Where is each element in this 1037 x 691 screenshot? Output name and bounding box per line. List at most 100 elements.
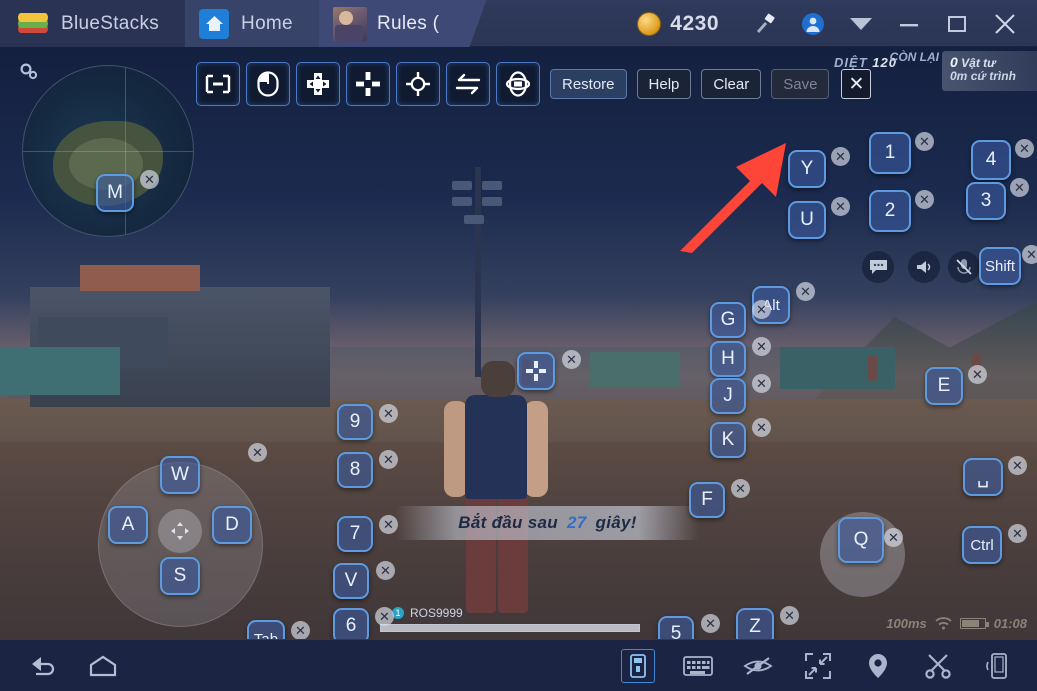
remove-key-icon[interactable]: ✕ <box>796 282 815 301</box>
close-keymapping-icon[interactable]: ✕ <box>841 69 872 99</box>
remove-key-icon[interactable]: ✕ <box>752 418 771 437</box>
rotate-tool[interactable] <box>496 62 540 106</box>
tap-spot-tool[interactable] <box>196 62 240 106</box>
key-s-overlay[interactable]: S <box>160 557 200 595</box>
swap-tool[interactable] <box>446 62 490 106</box>
keyboard-icon[interactable] <box>681 649 715 683</box>
help-button[interactable]: Help <box>636 69 692 99</box>
remove-key-icon[interactable]: ✕ <box>752 374 771 393</box>
remove-key-icon[interactable]: ✕ <box>1008 456 1027 475</box>
scissors-icon[interactable] <box>921 649 955 683</box>
remove-key-icon[interactable]: ✕ <box>291 621 310 639</box>
clear-button[interactable]: Clear <box>701 69 762 99</box>
mouse-tool[interactable] <box>246 62 290 106</box>
remove-key-icon[interactable]: ✕ <box>831 197 850 216</box>
key-7-overlay[interactable]: 7 <box>337 516 373 552</box>
remove-key-icon[interactable]: ✕ <box>884 528 903 547</box>
maximize-icon[interactable] <box>933 0 981 47</box>
speaker-icon[interactable] <box>908 251 940 283</box>
key-u-overlay[interactable]: U <box>788 201 826 239</box>
remove-key-icon[interactable]: ✕ <box>915 190 934 209</box>
remove-key-icon[interactable]: ✕ <box>1015 139 1034 158</box>
remove-key-icon[interactable]: ✕ <box>379 404 398 423</box>
chat-icon[interactable] <box>862 251 894 283</box>
close-icon[interactable] <box>981 0 1029 47</box>
minimize-icon[interactable] <box>885 0 933 47</box>
points-value: 4230 <box>670 11 719 35</box>
remove-key-icon[interactable]: ✕ <box>831 147 850 166</box>
hide-overlay-icon[interactable] <box>741 649 775 683</box>
chevron-down-icon[interactable] <box>837 0 885 47</box>
points-indicator[interactable]: 4230 <box>637 11 719 36</box>
key-a-overlay[interactable]: A <box>108 506 148 544</box>
remove-key-icon[interactable]: ✕ <box>140 170 159 189</box>
remove-key-icon[interactable]: ✕ <box>375 607 394 626</box>
remove-key-icon[interactable]: ✕ <box>780 606 799 625</box>
key--overlay[interactable]: ␣ <box>963 458 1003 496</box>
remove-key-icon[interactable]: ✕ <box>915 132 934 151</box>
key-g-overlay[interactable]: G <box>710 302 746 338</box>
key-5-overlay[interactable]: 5 <box>658 616 694 639</box>
key-9-overlay[interactable]: 9 <box>337 404 373 440</box>
shake-device-icon[interactable] <box>981 649 1015 683</box>
remove-key-icon[interactable]: ✕ <box>248 443 267 462</box>
player-name: ROS9999 <box>410 606 463 620</box>
remove-key-icon[interactable]: ✕ <box>1022 245 1037 264</box>
key-tab-overlay[interactable]: Tab <box>247 620 285 639</box>
supplies-count: 0 <box>950 54 958 70</box>
key-k-overlay[interactable]: K <box>710 422 746 458</box>
key-w-overlay[interactable]: W <box>160 456 200 494</box>
key-z-overlay[interactable]: Z <box>736 608 774 639</box>
back-icon[interactable] <box>26 649 60 683</box>
game-viewport[interactable]: DIỆT 120 CÒN LẠI 0 Vật tư 0m cứ trình Bắ… <box>0 47 1037 639</box>
key-2-overlay[interactable]: 2 <box>869 190 911 232</box>
remove-key-icon[interactable]: ✕ <box>968 365 987 384</box>
remove-key-icon[interactable]: ✕ <box>701 614 720 633</box>
countdown-text: Bắt đầu sau 27 giây! <box>458 513 636 533</box>
key-f-overlay[interactable]: F <box>689 482 725 518</box>
freelook-key[interactable] <box>517 352 555 390</box>
restore-button[interactable]: Restore <box>550 69 627 99</box>
key-8-overlay[interactable]: 8 <box>337 452 373 488</box>
aim-tool[interactable] <box>396 62 440 106</box>
save-button[interactable]: Save <box>771 69 830 99</box>
bluestacks-brand-tab[interactable]: BlueStacks <box>0 0 186 47</box>
key-y-overlay[interactable]: Y <box>788 150 826 188</box>
key-j-overlay[interactable]: J <box>710 378 746 414</box>
remove-key-icon[interactable]: ✕ <box>731 479 750 498</box>
remove-key-icon[interactable]: ✕ <box>752 337 771 356</box>
remove-key-icon[interactable]: ✕ <box>379 450 398 469</box>
account-icon[interactable] <box>789 0 837 47</box>
dpad-tool[interactable] <box>296 62 340 106</box>
remove-key-icon[interactable]: ✕ <box>376 561 395 580</box>
keymapping-phone-icon[interactable] <box>621 648 655 683</box>
key-1-overlay[interactable]: 1 <box>869 132 911 174</box>
key-4-overlay[interactable]: 4 <box>971 140 1011 180</box>
key-d-overlay[interactable]: D <box>212 506 252 544</box>
tab-rules[interactable]: Rules ( <box>318 0 466 47</box>
home-icon[interactable] <box>86 649 120 683</box>
mic-muted-icon[interactable] <box>948 251 980 283</box>
brush-icon[interactable] <box>741 0 789 47</box>
freelook-tool[interactable] <box>346 62 390 106</box>
key-q-overlay[interactable]: Q <box>838 517 884 563</box>
key-v-overlay[interactable]: V <box>333 563 369 599</box>
key-6-overlay[interactable]: 6 <box>333 608 369 639</box>
remove-key-icon[interactable]: ✕ <box>1010 178 1029 197</box>
remove-key-icon[interactable]: ✕ <box>752 300 771 319</box>
location-icon[interactable] <box>861 649 895 683</box>
brand-label: BlueStacks <box>61 12 160 34</box>
remove-key-icon[interactable]: ✕ <box>379 515 398 534</box>
fullscreen-icon[interactable] <box>801 649 835 683</box>
tab-home[interactable]: Home <box>185 0 319 47</box>
key-h-overlay[interactable]: H <box>710 341 746 377</box>
key-3-overlay[interactable]: 3 <box>966 182 1006 220</box>
key-ctrl-overlay[interactable]: Ctrl <box>962 526 1002 564</box>
key-shift-overlay[interactable]: Shift <box>979 247 1021 285</box>
remove-key-icon[interactable]: ✕ <box>1008 524 1027 543</box>
key-m-overlay[interactable]: M <box>96 174 134 212</box>
remove-key-icon[interactable]: ✕ <box>562 350 581 369</box>
key-e-overlay[interactable]: E <box>925 367 963 405</box>
gear-icon[interactable] <box>18 61 38 86</box>
distance-value: 0m <box>950 69 968 83</box>
